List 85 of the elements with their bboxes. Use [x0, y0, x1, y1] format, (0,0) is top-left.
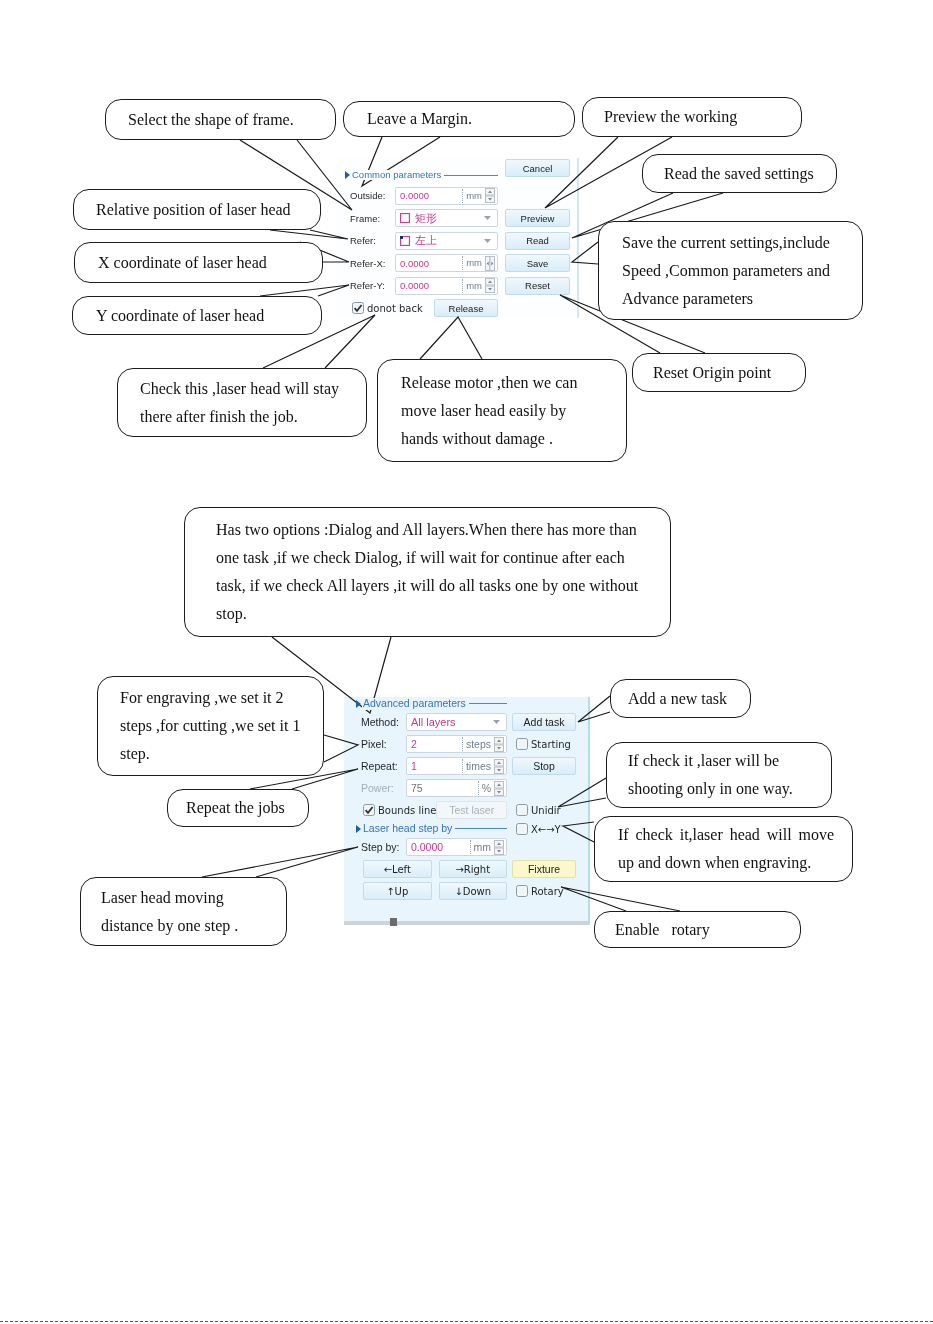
callout: If check it,laser head will move up and down when engraving.	[594, 816, 853, 882]
dropdown[interactable]: All layers	[406, 713, 507, 731]
command-button[interactable]: Read	[505, 231, 570, 250]
callout: Laser head moving distance by one step .	[80, 877, 287, 946]
callout: Relative position of laser head	[73, 189, 321, 230]
checkbox-label: Unidir	[531, 804, 561, 816]
section-title: Laser head step by	[362, 823, 454, 835]
callout-pointer	[323, 734, 360, 763]
command-button[interactable]: Cancel	[505, 159, 570, 177]
field-label: Refer-X:	[350, 257, 387, 269]
checkbox-label: X←→Y	[531, 823, 561, 835]
checkbox[interactable]	[363, 804, 375, 816]
triangle-icon[interactable]	[356, 825, 361, 833]
field-label: Outside:	[350, 190, 387, 201]
spin-arrows-icon[interactable]	[485, 278, 495, 293]
callout: Y coordinate of laser head	[72, 296, 322, 335]
callout: If check it ,laser will be shooting only in one way.	[606, 742, 832, 808]
dropdown[interactable]: 矩形	[395, 209, 498, 227]
callout: Repeat the jobs	[167, 789, 309, 827]
callout: Release motor ,then we can move laser head easily by hands without damage .	[377, 359, 627, 462]
callout: Save the current settings,include Speed ,Common parameters and Advance parameters	[598, 221, 863, 320]
field-label: Pixel:	[361, 738, 388, 750]
field-label: Refer:	[350, 235, 377, 246]
left-right-arrows-icon[interactable]	[485, 255, 495, 271]
field-label: Frame:	[350, 212, 382, 224]
command-button[interactable]: Fixture	[512, 860, 576, 878]
command-button[interactable]: Stop	[512, 757, 576, 775]
move-button[interactable]: ←Left	[363, 860, 432, 878]
callout: Preview the working	[582, 97, 802, 137]
command-button[interactable]: Add task	[512, 713, 576, 731]
number-field[interactable]: 0.0000 mm	[395, 276, 498, 295]
triangle-icon[interactable]	[356, 699, 361, 708]
move-button[interactable]: →Right	[438, 860, 507, 878]
field-label: Method:	[361, 716, 400, 728]
checkbox-label: Starting	[531, 738, 571, 750]
action-button[interactable]: Release	[434, 299, 498, 317]
callout: X coordinate of laser head	[74, 242, 323, 283]
callout: Leave a Margin.	[343, 101, 575, 137]
checkbox-label: Bounds line	[378, 804, 437, 816]
spin-arrows-icon[interactable]	[485, 188, 495, 203]
checkbox[interactable]	[516, 885, 528, 897]
caret-icon	[484, 216, 491, 220]
checkbox[interactable]	[516, 823, 528, 835]
checkbox[interactable]	[516, 804, 528, 816]
field-label: Repeat:	[361, 760, 399, 772]
callout: Add a new task	[610, 679, 751, 718]
field-label: Refer-Y:	[350, 280, 386, 291]
checkbox[interactable]	[352, 302, 364, 314]
checkbox-label: Rotary	[531, 885, 564, 897]
command-button[interactable]: Preview	[505, 209, 570, 227]
dropdown[interactable]: 左上	[395, 231, 498, 250]
triangle-icon[interactable]	[345, 171, 350, 179]
callout: Read the saved settings	[642, 154, 837, 193]
corner-square-icon	[400, 235, 410, 246]
callout: Has two options :Dialog and All layers.When there has more than one task ,if we check Dialog, if will wait for continue after each task, if we check All layers ,it will do all tasks one by one without stop.	[184, 507, 671, 637]
callout-pointer	[561, 821, 595, 843]
section-title: Advanced parameters	[362, 698, 467, 710]
command-button[interactable]: Save	[505, 254, 570, 272]
number-field[interactable]: 2 steps	[406, 735, 507, 753]
spin-arrows-icon[interactable]	[494, 758, 504, 774]
callout-pointer	[577, 695, 611, 723]
callout: Reset Origin point	[632, 353, 806, 392]
section-title: Common parameters	[351, 169, 443, 181]
number-field[interactable]: 1 times	[406, 757, 507, 775]
move-button[interactable]: ↑Up	[363, 882, 432, 900]
checkbox[interactable]	[516, 738, 528, 750]
checkbox-label: donot back	[367, 302, 423, 314]
callout: Enable rotary	[594, 911, 801, 948]
field-label: Power:	[361, 782, 395, 794]
callout: Select the shape of frame.	[105, 99, 336, 140]
number-field[interactable]: 0.0000 mm	[395, 186, 498, 205]
field-label: Step by:	[361, 841, 401, 853]
number-field[interactable]: 0.0000 mm	[395, 254, 498, 272]
caret-icon	[484, 238, 491, 243]
move-button[interactable]: ↓Down	[438, 882, 507, 900]
number-field[interactable]: 0.0000 mm	[406, 838, 507, 856]
spin-arrows-icon[interactable]	[494, 736, 504, 752]
spin-arrows-icon[interactable]	[494, 839, 504, 855]
caret-icon	[493, 720, 500, 724]
callout-pointer	[570, 241, 599, 265]
callout: For engraving ,we set it 2 steps ,for cutting ,we set it 1 step.	[97, 676, 324, 776]
square-icon	[400, 213, 410, 223]
callout: Check this ,laser head will stay there after finish the job.	[117, 368, 367, 437]
command-button[interactable]: Reset	[505, 276, 570, 295]
scrollbar-thumb[interactable]	[390, 918, 397, 926]
